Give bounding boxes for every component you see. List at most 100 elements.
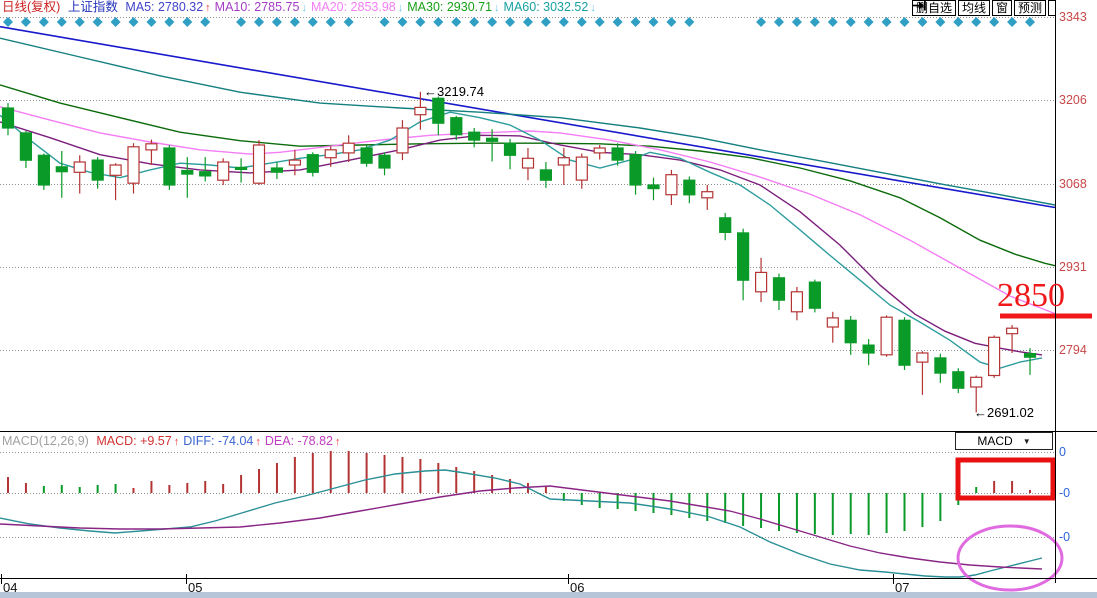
diamond-marker [129,17,139,27]
diamond-marker [415,17,425,27]
diamond-marker [631,17,641,27]
candle-body [415,107,426,114]
diamond-markers [3,17,1035,27]
candle-body [791,292,802,312]
price-tick-label: 2794 [1059,343,1087,357]
candle-body [505,143,516,155]
macd-tick-label: 0 [1059,445,1066,459]
candle-body [110,165,121,175]
bottom-scroll-strip[interactable] [0,592,1097,598]
diamond-marker [756,17,766,27]
ma-value: MA30: 2930.71 [407,0,492,14]
symbol-name: 上证指数 [68,0,118,14]
candle-body [38,155,49,185]
candle-body [487,138,498,141]
diamond-marker [397,17,407,27]
candle-body [809,282,820,308]
ma-settings-button[interactable]: 均线 [958,0,990,16]
up-arrow-icon: ↑ [174,436,180,448]
diamond-marker [792,17,802,27]
forecast-button[interactable]: 预测 [1014,0,1046,16]
diamond-marker [39,17,49,27]
candle-body [200,172,211,176]
candle-body [271,168,282,172]
diamond-marker [846,17,856,27]
candlesticks [3,92,1036,413]
candle-body [594,148,605,153]
diamond-marker [433,17,443,27]
price-tick-label: 3343 [1059,10,1087,24]
diamond-marker [828,17,838,27]
diamond-marker [971,17,981,27]
candle-body [56,167,67,172]
candle-body [128,147,139,183]
candle-body [917,353,928,362]
macd-tick-label: -0 [1059,486,1070,500]
collapse-panel-button[interactable] [1048,0,1056,16]
candle-body [1007,328,1018,334]
down-arrow-icon: ↓ [590,2,596,14]
diamond-marker [380,17,390,27]
candle-body [899,320,910,365]
macd-value-list: MACD: +9.57↑DIFF: -74.04↑DEA: -78.82↑ [96,434,344,448]
diamond-marker [1025,17,1035,27]
diamond-marker [308,17,318,27]
diamond-marker [57,17,67,27]
diamond-marker [774,17,784,27]
diamond-marker [953,17,963,27]
macd-tick-label: -0 [1059,530,1070,544]
diamond-marker [989,17,999,27]
chart-canvas[interactable] [0,0,1097,598]
candle-body [684,180,695,195]
diamond-marker [236,17,246,27]
diamond-marker [613,17,623,27]
candle-body [1025,354,1036,358]
diamond-marker [469,17,479,27]
diamond-marker [810,17,820,27]
price-tick-label: 3206 [1059,93,1087,107]
diamond-marker [326,17,336,27]
candle-body [20,133,31,160]
diamond-marker [577,17,587,27]
macd-value: DEA: -78.82 [265,434,333,448]
candle-body [74,162,85,172]
trendline [0,27,1055,208]
indicator-select-dropdown[interactable]: MACD ▼ [955,432,1053,450]
macd-value: MACD: +9.57 [96,434,171,448]
macd-indicator-label: MACD(12,26,9) [2,434,89,448]
highlight-ellipse [958,526,1062,590]
diamond-marker [666,17,676,27]
diamond-marker [917,17,927,27]
down-arrow-icon: ↓ [494,2,500,14]
diamond-marker [164,17,174,27]
diamond-marker [487,17,497,27]
candle-body [953,372,964,388]
candle-body [325,150,336,158]
candle-body [379,155,390,168]
macd-header-bar: MACD(12,26,9) MACD: +9.57↑DIFF: -74.04↑D… [2,433,348,449]
candle-body [164,148,175,185]
down-arrow-icon: ↓ [398,2,404,14]
candle-body [92,160,103,180]
diamond-marker [200,17,210,27]
low-price-annotation: ←2691.02 [974,405,1034,420]
candle-body [236,167,247,169]
diamond-marker [505,17,515,27]
ma-value-list: MA5: 2780.32↑MA10: 2785.75↓MA20: 2853.98… [125,0,600,14]
high-price-annotation: ←3219.74 [424,84,484,99]
indicator-selected-value: MACD [977,434,1012,448]
diamond-marker [272,17,282,27]
diamond-marker [541,17,551,27]
up-arrow-icon: ↑ [205,2,211,14]
diamond-marker [648,17,658,27]
candle-body [845,320,856,342]
diamond-marker [595,17,605,27]
candle-body [720,218,731,233]
price-tick-label: 2931 [1059,260,1087,274]
gridlines [0,18,1055,538]
candle-body [738,233,749,280]
candle-body [863,345,874,353]
up-arrow-icon: ↑ [255,436,261,448]
window-button[interactable]: 窗 [992,0,1012,16]
candle-body [451,118,462,135]
